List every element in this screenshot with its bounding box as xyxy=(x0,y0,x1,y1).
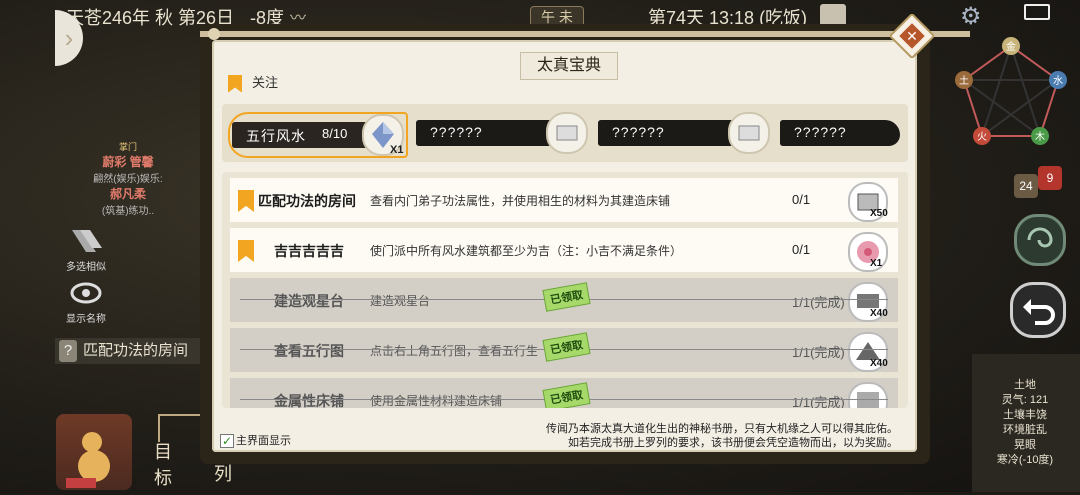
terrain-title: 土地 xyxy=(1014,379,1036,391)
notification-badge-a[interactable]: 24 xyxy=(1014,174,1038,198)
quest-list[interactable]: 匹配功法的房间 查看内门弟子功法属性，并使用相生的材料为其建造床铺 0/1 X5… xyxy=(222,172,908,408)
quest-row-completed[interactable]: 建造观星台 建造观星台 1/1(完成) X40 已领取 xyxy=(230,278,898,322)
quest-progress: 1/1(完成) xyxy=(792,345,845,360)
claimed-stamp: 已领取 xyxy=(542,332,591,362)
focus-tab[interactable]: 关注 xyxy=(228,72,278,93)
five-elements-diagram[interactable]: 金 水 木 火 土 xyxy=(950,34,1072,154)
quest-name: 匹配功法的房间 xyxy=(258,193,356,209)
claimed-stamp: 已领取 xyxy=(542,382,591,408)
category-tab-locked-1[interactable]: ?????? xyxy=(414,112,590,154)
quest-desc: 查看内门弟子功法属性，并使用相生的材料为其建造床铺 xyxy=(370,194,671,208)
close-button[interactable]: ✕ xyxy=(888,12,936,60)
quest-row-completed[interactable]: 金属性床铺 使用金属性材料建造床铺 1/1(完成) 已领取 xyxy=(230,378,898,408)
metal-bed-item-icon xyxy=(848,382,888,408)
show-on-main-toggle[interactable]: ✓ 主界面显示 xyxy=(220,432,291,449)
claimed-stamp: 已领取 xyxy=(542,282,591,312)
terrain-line: 寒冷(-10度) xyxy=(996,454,1054,466)
stone-block-icon xyxy=(546,112,588,154)
checkmark-icon[interactable]: ✓ xyxy=(220,434,234,449)
panel-title: 太真宝典 xyxy=(520,52,618,80)
undo-icon[interactable] xyxy=(1010,282,1066,338)
reward-multiplier: X50 xyxy=(870,208,888,219)
terrain-spirit: 灵气: 121 xyxy=(1001,394,1049,406)
reward-multiplier: X40 xyxy=(870,308,888,319)
stone-block-icon xyxy=(728,112,770,154)
bookmark-icon xyxy=(228,74,242,93)
quest-desc: 点击右上角五行图，查看五行生 xyxy=(370,344,539,358)
svg-text:✕: ✕ xyxy=(906,28,918,44)
quest-desc: 使门派中所有风水建筑都至少为吉（注：小吉不满足条件） xyxy=(370,244,683,258)
quest-name: 查看五行图 xyxy=(274,343,344,359)
quest-progress: 0/1 xyxy=(792,192,811,207)
category-label: 五行风水 xyxy=(246,128,306,144)
element-fire: 火 xyxy=(977,131,987,143)
show-name-button[interactable]: 显示名称 xyxy=(62,278,110,325)
save-icon[interactable] xyxy=(820,4,846,26)
quest-desc: 建造观星台 xyxy=(370,294,431,308)
disciple-name-2[interactable]: 郝凡柔 xyxy=(58,185,198,202)
category-label: ?????? xyxy=(430,124,483,140)
category-label: ?????? xyxy=(612,124,665,140)
sect-label: 掌门 xyxy=(118,142,137,152)
book-description: 传闻乃本源太真大道化生出的神秘书册，只有大机缘之人可以得其庇佑。 如若完成书册上… xyxy=(546,423,898,449)
swirl-icon[interactable] xyxy=(1014,214,1066,266)
quest-row[interactable]: 吉吉吉吉吉 使门派中所有风水建筑都至少为吉（注：小吉不满足条件） 0/1 X1 xyxy=(230,228,898,272)
terrain-line: 晃眼 xyxy=(1014,439,1036,451)
element-metal: 金 xyxy=(1006,40,1016,53)
bookmark-icon[interactable] xyxy=(238,190,254,212)
terrain-line: 土壤丰饶 xyxy=(1003,409,1047,421)
battery-icon xyxy=(1024,4,1050,20)
quest-progress: 1/1(完成) xyxy=(792,295,845,310)
quest-name: 建造观星台 xyxy=(274,293,344,309)
eye-icon xyxy=(68,278,104,308)
quest-progress: 1/1(完成) xyxy=(792,395,845,408)
current-quest-hint[interactable]: ? 匹配功法的房间 xyxy=(55,338,215,364)
category-label: ?????? xyxy=(794,124,847,140)
bookmark-icon[interactable] xyxy=(238,240,254,262)
category-tab-wuxing[interactable]: 五行风水 8/10 X1 xyxy=(228,112,408,158)
notification-badge-b[interactable]: 9 xyxy=(1038,166,1062,190)
nav-target[interactable]: 目标 xyxy=(154,438,172,490)
multi-select-button[interactable]: 多选相似 xyxy=(62,226,110,273)
quest-row[interactable]: 匹配功法的房间 查看内门弟子功法属性，并使用相生的材料为其建造床铺 0/1 X5… xyxy=(230,178,898,222)
quest-desc: 使用金属性材料建造床铺 xyxy=(370,394,503,408)
disciple-activity-2: (筑基)练功.. xyxy=(101,206,155,217)
category-tab-locked-2[interactable]: ?????? xyxy=(596,112,772,154)
disciple-info: 掌门 蔚彩 管馨 翩然(娱乐)娱乐: 郝凡柔 (筑基)练功.. xyxy=(58,140,198,217)
question-icon: ? xyxy=(59,340,77,362)
element-water: 水 xyxy=(1053,75,1063,87)
reward-multiplier: X1 xyxy=(390,144,404,156)
quest-name: 吉吉吉吉吉 xyxy=(274,243,344,259)
category-count: 8/10 xyxy=(322,126,348,141)
multi-select-icon xyxy=(68,226,104,256)
disciple-name-1[interactable]: 蔚彩 管馨 xyxy=(58,153,198,170)
reward-multiplier: X1 xyxy=(870,258,883,269)
category-tab-locked-3[interactable]: ?????? xyxy=(778,112,902,154)
gourd-avatar-icon[interactable] xyxy=(56,414,132,490)
element-earth: 土 xyxy=(959,74,969,87)
reward-multiplier: X40 xyxy=(870,358,888,369)
element-wood: 木 xyxy=(1035,131,1045,143)
quest-row-completed[interactable]: 查看五行图 点击右上角五行图，查看五行生 1/1(完成) X40 已领取 xyxy=(230,328,898,372)
terrain-info: 土地 灵气: 121 土壤丰饶 环境脏乱 晃眼 寒冷(-10度) xyxy=(985,378,1065,468)
quest-progress: 0/1 xyxy=(792,242,811,257)
terrain-line: 环境脏乱 xyxy=(1003,424,1047,436)
disciple-activity-1: 翩然(娱乐)娱乐: xyxy=(93,174,163,185)
